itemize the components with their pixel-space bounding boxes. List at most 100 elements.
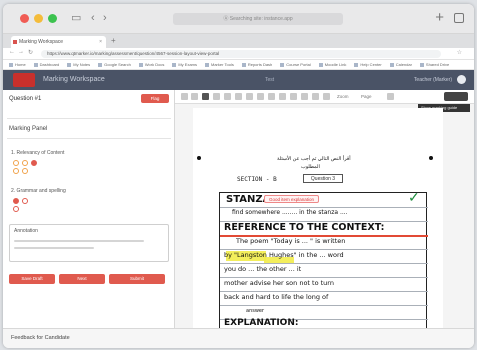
bookmark-star-icon[interactable]: ☆ [457, 49, 462, 56]
feedback-panel: Feedback for Candidate [3, 328, 474, 348]
redo-icon[interactable] [191, 93, 198, 100]
criterion-2-rating [13, 198, 28, 204]
rating-option[interactable] [22, 198, 28, 204]
handwriting-line: mother advise her son not to turn [224, 279, 334, 287]
tick-tool-icon[interactable] [224, 93, 231, 100]
minimize-window-button[interactable] [34, 14, 43, 23]
divider [7, 118, 171, 119]
save-draft-button[interactable]: Save Draft [9, 274, 55, 284]
zoom-label[interactable]: Zoom [337, 94, 349, 99]
flag-button[interactable]: Flag [141, 94, 169, 103]
select-tool-icon[interactable] [202, 93, 209, 100]
question-number-box: Question 3 [303, 174, 343, 183]
bookmark-item[interactable]: Shared Drive [420, 62, 449, 67]
next-button[interactable]: Next [59, 274, 105, 284]
tick-mark-icon[interactable]: ✓ [408, 189, 420, 206]
bookmarks-bar: Home Dashboard My Notes Google Search Work D… [3, 60, 474, 70]
rating-option[interactable] [22, 160, 28, 166]
rotate-icon[interactable] [301, 93, 308, 100]
bookmark-item[interactable]: Reports Dash [242, 62, 272, 67]
rating-option[interactable] [13, 160, 19, 166]
bookmark-item[interactable]: Help Center [354, 62, 381, 67]
handwriting-line: REFERENCE TO THE CONTEXT: [224, 222, 385, 233]
feedback-tag[interactable]: Good item explanation [264, 195, 320, 203]
handwriting-line: you do ... the other ... it [224, 265, 302, 273]
tab-strip: Marking Workspace × + [3, 34, 474, 48]
url-input[interactable]: https://www.qtmarker.io/marking/assessme… [41, 50, 441, 58]
address-bar: ← → ↻ https://www.qtmarker.io/marking/as… [3, 48, 474, 60]
app-logo[interactable] [13, 73, 35, 87]
rating-option[interactable] [13, 168, 19, 174]
bookmark-item[interactable]: My Exams [172, 62, 197, 67]
criterion-1-rating [13, 160, 37, 166]
bookmark-item[interactable]: Course Portal [280, 62, 310, 67]
criterion-1-rating-row2 [13, 168, 28, 174]
bookmark-item[interactable]: Marker Tools [205, 62, 234, 67]
guide-button[interactable] [444, 92, 468, 101]
answer-sheet[interactable]: STANZA Good item explanation ✓ find some… [219, 189, 428, 332]
comment-tool-icon[interactable] [257, 93, 264, 100]
section-label: SECTION - B [237, 176, 277, 183]
bookmark-item[interactable]: Home [9, 62, 26, 67]
handwriting-line: back and hard to life the long of [224, 293, 329, 301]
settings-icon[interactable] [387, 93, 394, 100]
rating-option[interactable] [22, 168, 28, 174]
close-window-button[interactable] [20, 14, 29, 23]
handwriting-line: answer [246, 308, 265, 314]
rating-option-selected[interactable] [31, 160, 37, 166]
bookmark-item[interactable]: My Notes [67, 62, 90, 67]
sidebar-icon[interactable]: ▭ [71, 12, 81, 24]
ruled-line [220, 291, 428, 292]
title-bar: ▭ ‹ › Ⓐ Searching site: instance.app + [3, 4, 474, 34]
pen-tool-icon[interactable] [213, 93, 220, 100]
favicon-icon [13, 40, 17, 44]
bookmark-item[interactable]: Calendar [390, 62, 412, 67]
app-name: Marking Workspace [43, 76, 105, 83]
stamp-tool-icon[interactable] [279, 93, 286, 100]
bookmark-item[interactable]: Dashboard [34, 62, 60, 67]
criterion-label: 1. Relevancy of Content [11, 150, 65, 156]
zoom-out-icon[interactable] [312, 93, 319, 100]
viewer-toolbar: Zoom Page [175, 90, 474, 104]
bookmark-item[interactable]: Work Docs [139, 62, 164, 67]
instruction-arabic-2: المطلوب [301, 164, 320, 170]
marking-sidebar: Question #1 Flag Marking Panel 1. Releva… [3, 90, 175, 328]
text-tool-icon[interactable] [268, 93, 275, 100]
handwriting-line: The poem "Today is ... " is written [236, 237, 346, 245]
annotation-box[interactable]: Annotation [9, 224, 169, 262]
cross-tool-icon[interactable] [235, 93, 242, 100]
page-label[interactable]: Page [361, 94, 372, 99]
zoom-window-button[interactable] [48, 14, 57, 23]
user-name[interactable]: Teacher (Marker) [414, 77, 452, 83]
tabs-overview-icon[interactable] [454, 13, 464, 23]
handwriting-line: find somewhere ........ in the stanza ..… [232, 209, 348, 216]
nav-back-icon[interactable]: ← [9, 49, 15, 55]
avatar[interactable] [457, 75, 466, 84]
scanned-answer-page: أقرأ النص التالي ثم أجب عن الأسئلة المطل… [193, 108, 443, 332]
highlight-tool-icon[interactable] [246, 93, 253, 100]
undo-icon[interactable] [181, 93, 188, 100]
browser-tab[interactable]: Marking Workspace × [11, 36, 106, 48]
nav-forward-icon[interactable]: → [18, 49, 24, 55]
rating-option[interactable] [13, 206, 19, 212]
new-tab-icon[interactable]: + [435, 9, 444, 26]
reload-icon[interactable]: ↻ [28, 49, 33, 56]
close-tab-icon[interactable]: × [99, 36, 102, 48]
forward-icon[interactable]: › [103, 12, 107, 24]
browser-window: ▭ ‹ › Ⓐ Searching site: instance.app + M… [3, 4, 474, 348]
back-icon[interactable]: ‹ [91, 12, 95, 24]
bookmark-item[interactable]: Moodle Link [319, 62, 347, 67]
registration-mark [197, 156, 201, 160]
divider [7, 138, 171, 139]
zoom-in-icon[interactable] [323, 93, 330, 100]
criterion-label: 2. Grammar and spelling [11, 188, 66, 194]
add-tab-icon[interactable]: + [111, 36, 116, 45]
eraser-tool-icon[interactable] [290, 93, 297, 100]
action-buttons: Save Draft Next Submit [9, 274, 165, 284]
rating-option-selected[interactable] [13, 198, 19, 204]
handwriting-line: by "Langston Hughes" in the ... word [224, 251, 344, 259]
answer-viewer: Zoom Page Show marking guide أقرأ النص ا… [175, 90, 474, 332]
title-url-box[interactable]: Ⓐ Searching site: instance.app [173, 13, 343, 25]
submit-button[interactable]: Submit [109, 274, 165, 284]
bookmark-item[interactable]: Google Search [98, 62, 131, 67]
